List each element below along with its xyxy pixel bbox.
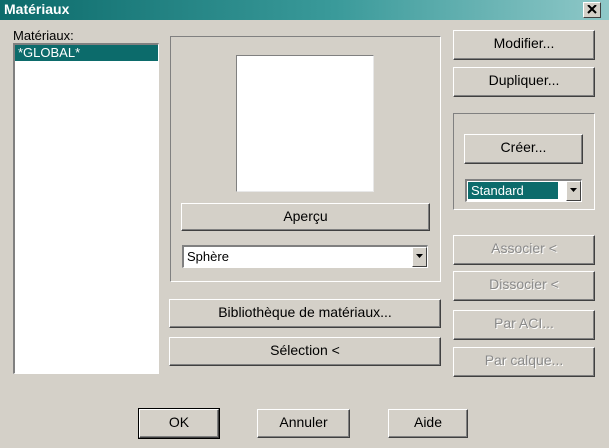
preview-shape-select[interactable]: Sphère (182, 245, 428, 268)
materials-library-button[interactable]: Bibliothèque de matériaux... (169, 299, 441, 328)
duplicate-button[interactable]: Dupliquer... (453, 67, 595, 97)
preview-button[interactable]: Aperçu (181, 203, 430, 231)
window-title: Matériaux (4, 1, 70, 17)
preview-area (236, 55, 374, 192)
close-icon (587, 5, 597, 14)
material-type-value: Standard (468, 182, 558, 199)
dropdown-button[interactable] (566, 181, 581, 201)
materials-label: Matériaux: (13, 28, 74, 43)
attach-button[interactable]: Associer < (453, 235, 595, 265)
chevron-down-icon (570, 188, 577, 192)
cancel-button[interactable]: Annuler (257, 409, 350, 438)
material-type-select[interactable]: Standard (465, 179, 582, 202)
dropdown-button[interactable] (412, 247, 427, 267)
materials-list[interactable]: *GLOBAL* (13, 43, 159, 374)
title-bar[interactable]: Matériaux (0, 0, 609, 20)
list-item[interactable]: *GLOBAL* (15, 45, 158, 61)
by-layer-button[interactable]: Par calque... (453, 347, 595, 377)
selection-button[interactable]: Sélection < (169, 337, 441, 366)
chevron-down-icon (416, 254, 423, 258)
create-button[interactable]: Créer... (464, 134, 583, 164)
preview-shape-value: Sphère (187, 249, 229, 264)
materials-dialog: Matériaux Matériaux: *GLOBAL* Aperçu Sph… (0, 0, 609, 448)
detach-button[interactable]: Dissocier < (453, 271, 595, 301)
by-aci-button[interactable]: Par ACI... (453, 310, 595, 340)
help-button[interactable]: Aide (388, 409, 468, 438)
ok-button[interactable]: OK (138, 408, 220, 439)
close-button[interactable] (583, 2, 601, 18)
modify-button[interactable]: Modifier... (453, 30, 595, 60)
